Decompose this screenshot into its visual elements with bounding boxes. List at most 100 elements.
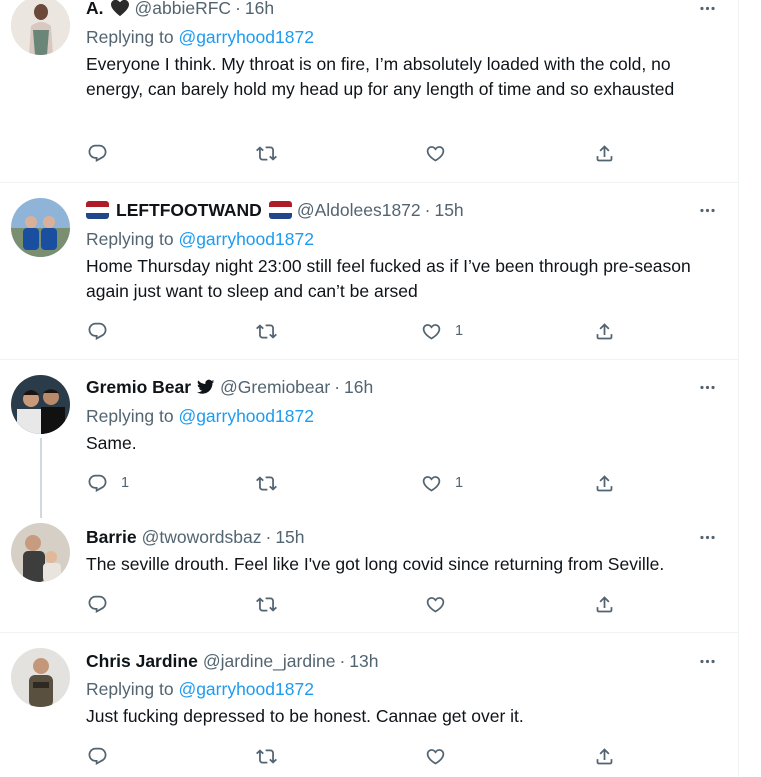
tweet-text: Home Thursday night 23:00 still feel fuc…: [86, 256, 691, 301]
timestamp[interactable]: 16h: [245, 0, 274, 19]
tweet-header: Barrie @twowordsbaz · 15h: [86, 526, 305, 548]
avatar[interactable]: [11, 375, 70, 434]
like-icon: [421, 321, 442, 342]
avatar[interactable]: [11, 198, 70, 257]
like-icon: [421, 473, 442, 494]
like-button[interactable]: [425, 744, 459, 768]
tweet-text: The seville drouth. Feel like I've got l…: [86, 554, 665, 574]
replying-to: Replying to @garryhood1872: [86, 228, 314, 250]
retweet-button[interactable]: [256, 471, 277, 495]
more-icon[interactable]: [696, 526, 718, 548]
separator-dot: ·: [424, 200, 431, 220]
netherlands-flag-icon: [268, 201, 292, 219]
reply-icon: [87, 143, 108, 164]
replying-to: Replying to @garryhood1872: [86, 405, 314, 427]
separator-dot: ·: [235, 0, 241, 18]
more-icon[interactable]: [696, 376, 718, 398]
share-button[interactable]: [594, 471, 615, 495]
timestamp[interactable]: 15h: [434, 199, 463, 221]
like-icon: [425, 746, 446, 767]
display-name[interactable]: Chris Jardine: [86, 650, 198, 672]
handle[interactable]: @Aldolees1872: [297, 199, 421, 221]
tweet-header: LEFTFOOTWAND @Aldolees1872 · 15h: [86, 199, 464, 221]
like-count: 1: [455, 323, 464, 339]
retweet-button[interactable]: [256, 592, 277, 616]
share-icon: [594, 321, 615, 342]
separator-dot: ·: [265, 527, 272, 547]
timeline-border: [738, 0, 739, 777]
retweet-button[interactable]: [256, 744, 277, 768]
share-icon: [594, 746, 615, 767]
handle[interactable]: @abbieRFC: [135, 0, 232, 19]
retweet-button[interactable]: [256, 319, 277, 343]
more-icon[interactable]: [696, 0, 718, 19]
tweet-header: Chris Jardine @jardine_jardine · 13h: [86, 650, 378, 672]
black-heart-icon: [110, 0, 130, 17]
handle[interactable]: @Gremiobear: [220, 376, 330, 398]
divider: [0, 182, 738, 183]
share-icon: [594, 473, 615, 494]
like-icon: [425, 594, 446, 615]
reply-icon: [87, 473, 108, 494]
retweet-icon: [256, 746, 277, 767]
like-button[interactable]: [425, 141, 459, 165]
share-icon: [594, 143, 615, 164]
reply-button[interactable]: [87, 141, 121, 165]
thread-connector: [40, 438, 42, 518]
tweet-text: Same.: [86, 433, 137, 453]
replying-to-label: Replying to: [86, 679, 174, 699]
reply-button[interactable]: 1: [87, 471, 129, 495]
reply-icon: [87, 746, 108, 767]
mention-link[interactable]: @garryhood1872: [178, 27, 314, 47]
reply-button[interactable]: [87, 744, 121, 768]
share-button[interactable]: [594, 319, 615, 343]
avatar[interactable]: [11, 523, 70, 582]
share-button[interactable]: [594, 744, 615, 768]
display-name[interactable]: A.: [86, 0, 104, 19]
share-button[interactable]: [594, 141, 615, 165]
display-name[interactable]: Gremio Bear: [86, 376, 191, 398]
like-count: 1: [455, 475, 464, 491]
separator-dot: ·: [339, 651, 346, 671]
timestamp[interactable]: 16h: [344, 376, 373, 398]
avatar[interactable]: [11, 0, 70, 55]
like-button[interactable]: 1: [421, 319, 463, 343]
separator-dot: ·: [334, 377, 341, 397]
tweet-text: Just fucking depressed to be honest. Can…: [86, 706, 524, 726]
replying-to: Replying to @garryhood1872: [86, 26, 314, 48]
more-icon[interactable]: [696, 199, 718, 221]
mention-link[interactable]: @garryhood1872: [178, 406, 314, 426]
bird-icon: [197, 379, 215, 395]
replying-to-label: Replying to: [86, 229, 174, 249]
display-name[interactable]: LEFTFOOTWAND: [116, 199, 262, 221]
replying-to-label: Replying to: [86, 27, 174, 47]
handle[interactable]: @jardine_jardine: [203, 650, 336, 672]
reply-icon: [87, 594, 108, 615]
like-button[interactable]: [425, 592, 459, 616]
reply-button[interactable]: [87, 319, 121, 343]
retweet-icon: [256, 473, 277, 494]
tweet-header: A. @abbieRFC · 16h: [86, 0, 274, 19]
replying-to-label: Replying to: [86, 406, 174, 426]
share-button[interactable]: [594, 592, 615, 616]
tweet-header: Gremio Bear @Gremiobear · 16h: [86, 376, 373, 398]
like-button[interactable]: 1: [421, 471, 463, 495]
more-icon[interactable]: [696, 650, 718, 672]
divider: [0, 359, 738, 360]
reply-button[interactable]: [87, 592, 121, 616]
retweet-button[interactable]: [256, 141, 277, 165]
mention-link[interactable]: @garryhood1872: [178, 229, 314, 249]
avatar[interactable]: [11, 648, 70, 707]
like-icon: [425, 143, 446, 164]
divider: [0, 632, 738, 633]
replying-to: Replying to @garryhood1872: [86, 678, 314, 700]
reply-icon: [87, 321, 108, 342]
mention-link[interactable]: @garryhood1872: [178, 679, 314, 699]
retweet-icon: [256, 594, 277, 615]
timestamp[interactable]: 15h: [275, 526, 304, 548]
display-name[interactable]: Barrie: [86, 526, 137, 548]
timestamp[interactable]: 13h: [349, 650, 378, 672]
share-icon: [594, 594, 615, 615]
handle[interactable]: @twowordsbaz: [142, 526, 262, 548]
reply-count: 1: [121, 475, 130, 491]
